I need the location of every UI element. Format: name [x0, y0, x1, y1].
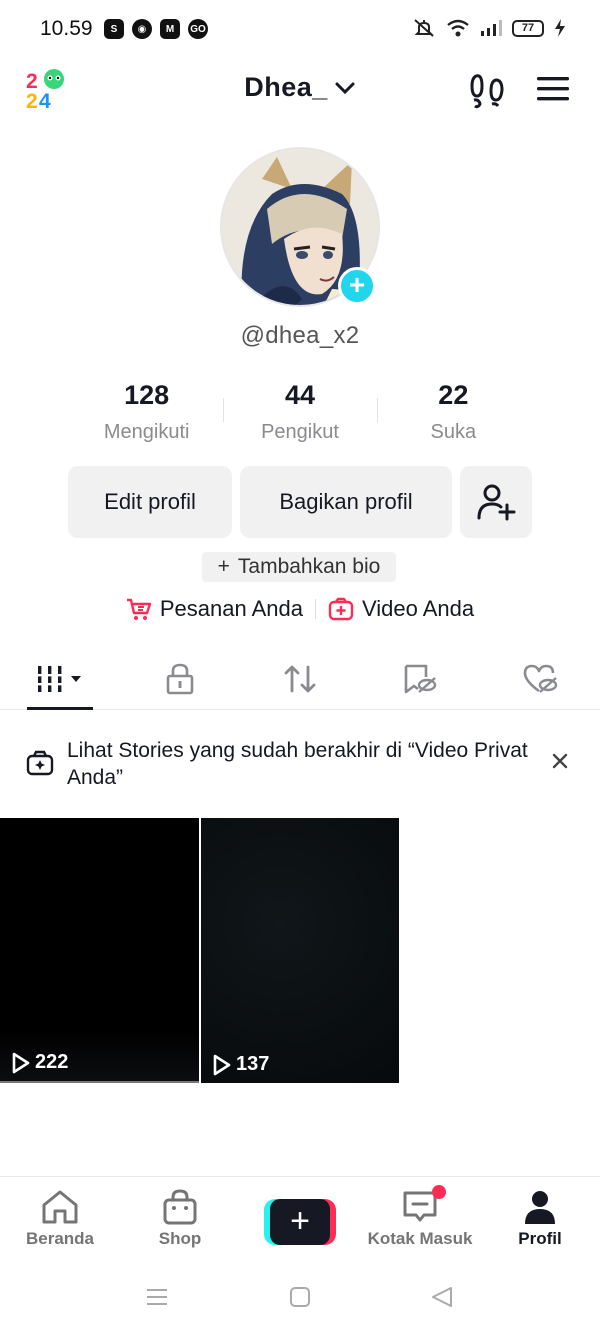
stat-divider — [223, 398, 224, 422]
battery-icon: 77 — [512, 19, 544, 37]
stat-likes-label: Suka — [430, 421, 477, 443]
tab-videos[interactable] — [0, 648, 120, 710]
tab-private[interactable] — [120, 648, 240, 709]
status-time: 10.59 — [40, 17, 93, 40]
create-button[interactable]: + — [264, 1199, 336, 1245]
add-bio-label: Tambahkan bio — [237, 555, 381, 578]
active-tab-indicator — [27, 707, 93, 710]
nav-shop[interactable]: Shop — [120, 1177, 240, 1266]
add-avatar-button[interactable]: + — [338, 267, 376, 305]
signal-icon — [481, 20, 502, 36]
profile-person-icon — [525, 1191, 555, 1224]
tab-liked[interactable] — [480, 648, 600, 709]
add-bio-button[interactable]: + Tambahkan bio — [202, 552, 396, 582]
bottom-nav: Beranda Shop + Kotak Masuk Profil — [0, 1176, 600, 1266]
home-icon — [42, 1190, 78, 1224]
stat-following-label: Mengikuti — [103, 421, 190, 443]
home-button-icon[interactable] — [289, 1286, 311, 1308]
stat-likes-count: 22 — [438, 380, 469, 410]
nav-profile-label: Profil — [518, 1229, 562, 1248]
hamburger-menu-icon[interactable] — [536, 74, 570, 104]
nav-shop-label: Shop — [158, 1229, 202, 1248]
your-videos-link[interactable]: Video Anda — [328, 596, 474, 622]
profile-stats: 128 Mengikuti 44 Pengikut 22 Suka — [70, 380, 530, 444]
add-friend-button[interactable] — [460, 466, 532, 538]
repost-icon — [284, 665, 316, 692]
nav-inbox[interactable]: Kotak Masuk — [360, 1177, 480, 1266]
share-profile-button[interactable]: Bagikan profil — [240, 466, 452, 538]
add-user-icon — [477, 484, 516, 521]
nav-home-label: Beranda — [25, 1229, 95, 1248]
bookmark-hidden-icon — [404, 664, 437, 693]
close-icon[interactable] — [550, 751, 570, 771]
view-count-text: 137 — [236, 1053, 270, 1075]
notification-app-icon-2: ◉ — [132, 19, 152, 39]
notification-app-icon-1: S — [104, 19, 124, 39]
orders-link[interactable]: Pesanan Anda — [126, 596, 303, 622]
profile-avatar-wrap[interactable]: + — [220, 147, 380, 307]
play-icon — [12, 1052, 30, 1073]
status-app-icons: S ◉ M GO — [104, 19, 208, 39]
profile-links: Pesanan Anda Video Anda — [0, 596, 600, 622]
add-bio-plus: + — [217, 555, 230, 578]
stories-banner-text: Lihat Stories yang sudah berakhir di “Vi… — [67, 739, 528, 789]
profile-handle: @dhea_x2 — [240, 322, 360, 349]
video-view-count: 137 — [212, 1053, 269, 1076]
tab-favorites[interactable] — [360, 648, 480, 709]
notification-app-icon-4: GO — [188, 19, 208, 39]
mute-icon — [414, 19, 434, 37]
recent-apps-icon[interactable] — [146, 1286, 168, 1308]
video-view-count: 222 — [11, 1051, 68, 1074]
wifi-icon — [447, 19, 469, 37]
system-nav-bar — [0, 1266, 600, 1333]
nav-home[interactable]: Beranda — [0, 1177, 120, 1266]
view-count-text: 222 — [35, 1051, 69, 1073]
nav-inbox-label: Kotak Masuk — [367, 1229, 473, 1248]
shopping-bag-icon — [163, 1189, 197, 1225]
stat-following[interactable]: 128 Mengikuti — [70, 380, 223, 444]
status-bar: 10.59 S ◉ M GO 77 — [0, 0, 600, 60]
stat-divider — [377, 398, 378, 422]
status-right: 77 — [412, 18, 566, 38]
charging-icon — [555, 19, 565, 37]
video-thumbnail[interactable]: 137 — [201, 818, 399, 1083]
video-grid-icon — [38, 665, 81, 692]
stat-likes[interactable]: 22 Suka — [377, 380, 530, 444]
shopping-cart-icon — [126, 598, 152, 620]
links-divider — [314, 599, 316, 619]
play-icon — [213, 1054, 231, 1075]
video-thumbnail[interactable]: 222 — [0, 818, 199, 1083]
your-videos-label: Video Anda — [361, 596, 475, 621]
profile-tabs — [0, 648, 600, 710]
footprints-icon[interactable] — [470, 70, 504, 110]
back-icon[interactable] — [430, 1286, 454, 1308]
lock-icon — [166, 663, 194, 694]
chevron-down-icon — [335, 82, 355, 94]
tab-reposts[interactable] — [240, 648, 360, 709]
edit-profile-button[interactable]: Edit profil — [68, 466, 232, 538]
plus-icon: + — [270, 1199, 330, 1245]
stat-followers[interactable]: 44 Pengikut — [223, 380, 376, 444]
page-title: Dhea_ — [244, 72, 328, 102]
stat-following-count: 128 — [124, 380, 170, 410]
camera-plus-icon — [26, 750, 54, 776]
stat-followers-label: Pengikut — [261, 421, 339, 443]
orders-label: Pesanan Anda — [159, 596, 303, 621]
account-switcher[interactable]: Dhea_ — [0, 72, 600, 103]
heart-hidden-icon — [523, 664, 558, 693]
nav-create[interactable]: + — [240, 1177, 360, 1266]
notification-dot — [432, 1185, 446, 1199]
video-plus-icon — [328, 597, 354, 621]
notification-app-icon-3: M — [160, 19, 180, 39]
stat-followers-count: 44 — [284, 380, 316, 410]
stories-banner[interactable]: Lihat Stories yang sudah berakhir di “Vi… — [0, 722, 600, 804]
nav-profile[interactable]: Profil — [480, 1177, 600, 1266]
